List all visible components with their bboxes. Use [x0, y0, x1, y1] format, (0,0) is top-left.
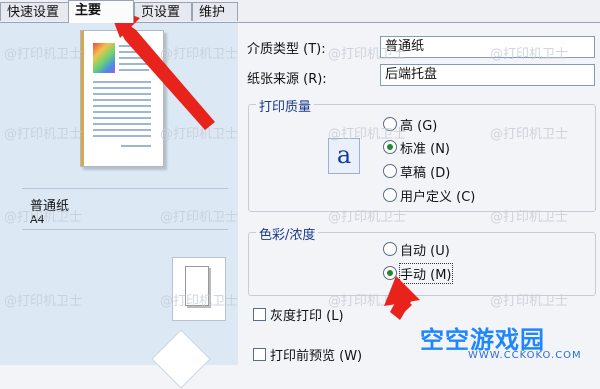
arrow-to-main-tab [108, 6, 215, 130]
tab-main[interactable]: 主要 [68, 0, 134, 23]
annotation-arrows [108, 6, 420, 320]
logo-url: WWW.CCKOKO.COM [468, 350, 582, 361]
arrow-to-manual-radio [384, 276, 420, 320]
site-logo: 空空游戏园 WWW.CCKOKO.COM [420, 318, 598, 364]
